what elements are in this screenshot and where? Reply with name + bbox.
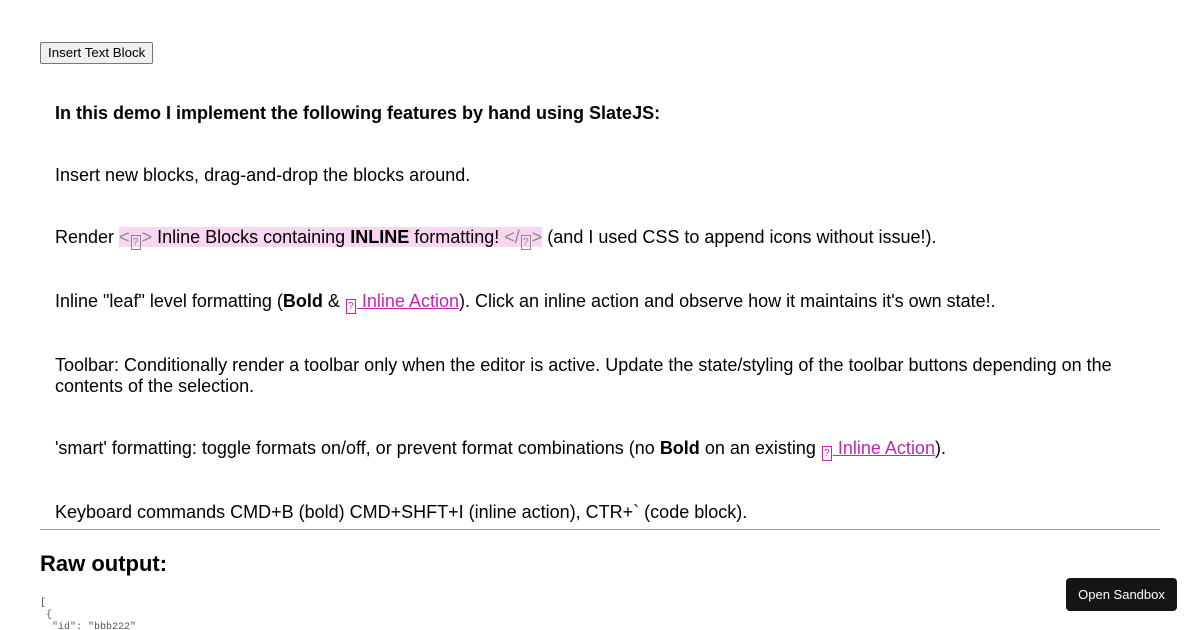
leaf-bold-text: Bold	[282, 291, 323, 311]
editor-paragraph-smart-formatting: 'smart' formatting: toggle formats on/of…	[55, 438, 1160, 461]
smart-suffix: ).	[934, 438, 946, 458]
missing-glyph-icon: ?	[130, 235, 141, 250]
section-divider	[40, 529, 1160, 530]
raw-output-title: Raw output:	[40, 551, 168, 576]
leaf-suffix: ). Click an inline action and observe ho…	[458, 291, 996, 311]
page: Insert Text Block In this demo I impleme…	[0, 0, 1200, 630]
inline-action-label: Inline Action	[832, 438, 935, 458]
open-sandbox-button[interactable]: Open Sandbox	[1066, 578, 1177, 611]
smart-prefix: 'smart' formatting: toggle formats on/of…	[55, 438, 660, 458]
inline-block-bold-text: INLINE	[350, 227, 410, 247]
inline-action-label: Inline Action	[356, 291, 459, 311]
editor-paragraph-keyboard: Keyboard commands CMD+B (bold) CMD+SHFT+…	[55, 502, 748, 522]
editor-heading: In this demo I implement the following f…	[55, 103, 661, 123]
missing-glyph-icon: ?	[821, 446, 832, 461]
smart-middle: on an existing	[699, 438, 821, 458]
slate-editor[interactable]: In this demo I implement the following f…	[55, 103, 1160, 523]
smart-bold-text: Bold	[659, 438, 700, 458]
missing-glyph-icon: ?	[520, 235, 531, 250]
inline-action-link[interactable]: ? Inline Action	[345, 291, 459, 314]
open-bracket: <	[119, 227, 130, 247]
slash-bracket: </	[504, 227, 520, 247]
inline-blocks-prefix: Render	[55, 227, 120, 247]
close-bracket: >	[531, 227, 543, 247]
leaf-prefix: Inline "leaf" level formatting (	[55, 291, 283, 311]
inline-action-link[interactable]: ? Inline Action	[821, 438, 935, 461]
editor-paragraph-toolbar: Toolbar: Conditionally render a toolbar …	[55, 355, 1112, 396]
inline-block-close-marker: </? >	[504, 227, 543, 250]
insert-text-block-button[interactable]: Insert Text Block	[40, 42, 154, 64]
missing-glyph-icon: ?	[345, 299, 356, 314]
raw-output-code: [ { "id": "bbb222"	[40, 598, 137, 630]
editor-paragraph-inline-blocks: Render <? > Inline Blocks containing INLI…	[55, 227, 1160, 250]
inline-block-open-marker: <? >	[119, 227, 153, 250]
inline-block-text-after: formatting!	[409, 227, 505, 247]
inline-block[interactable]: <? > Inline Blocks containing INLINE form…	[119, 227, 543, 250]
leaf-amp: &	[322, 291, 345, 311]
inline-block-text-before: Inline Blocks containing	[152, 227, 351, 247]
inline-blocks-suffix: (and I used CSS to append icons without …	[542, 227, 937, 247]
close-bracket: >	[141, 227, 153, 247]
editor-paragraph-blocks: Insert new blocks, drag-and-drop the blo…	[55, 165, 471, 185]
editor-paragraph-leaf-formatting: Inline "leaf" level formatting (Bold & ?…	[55, 291, 1160, 314]
